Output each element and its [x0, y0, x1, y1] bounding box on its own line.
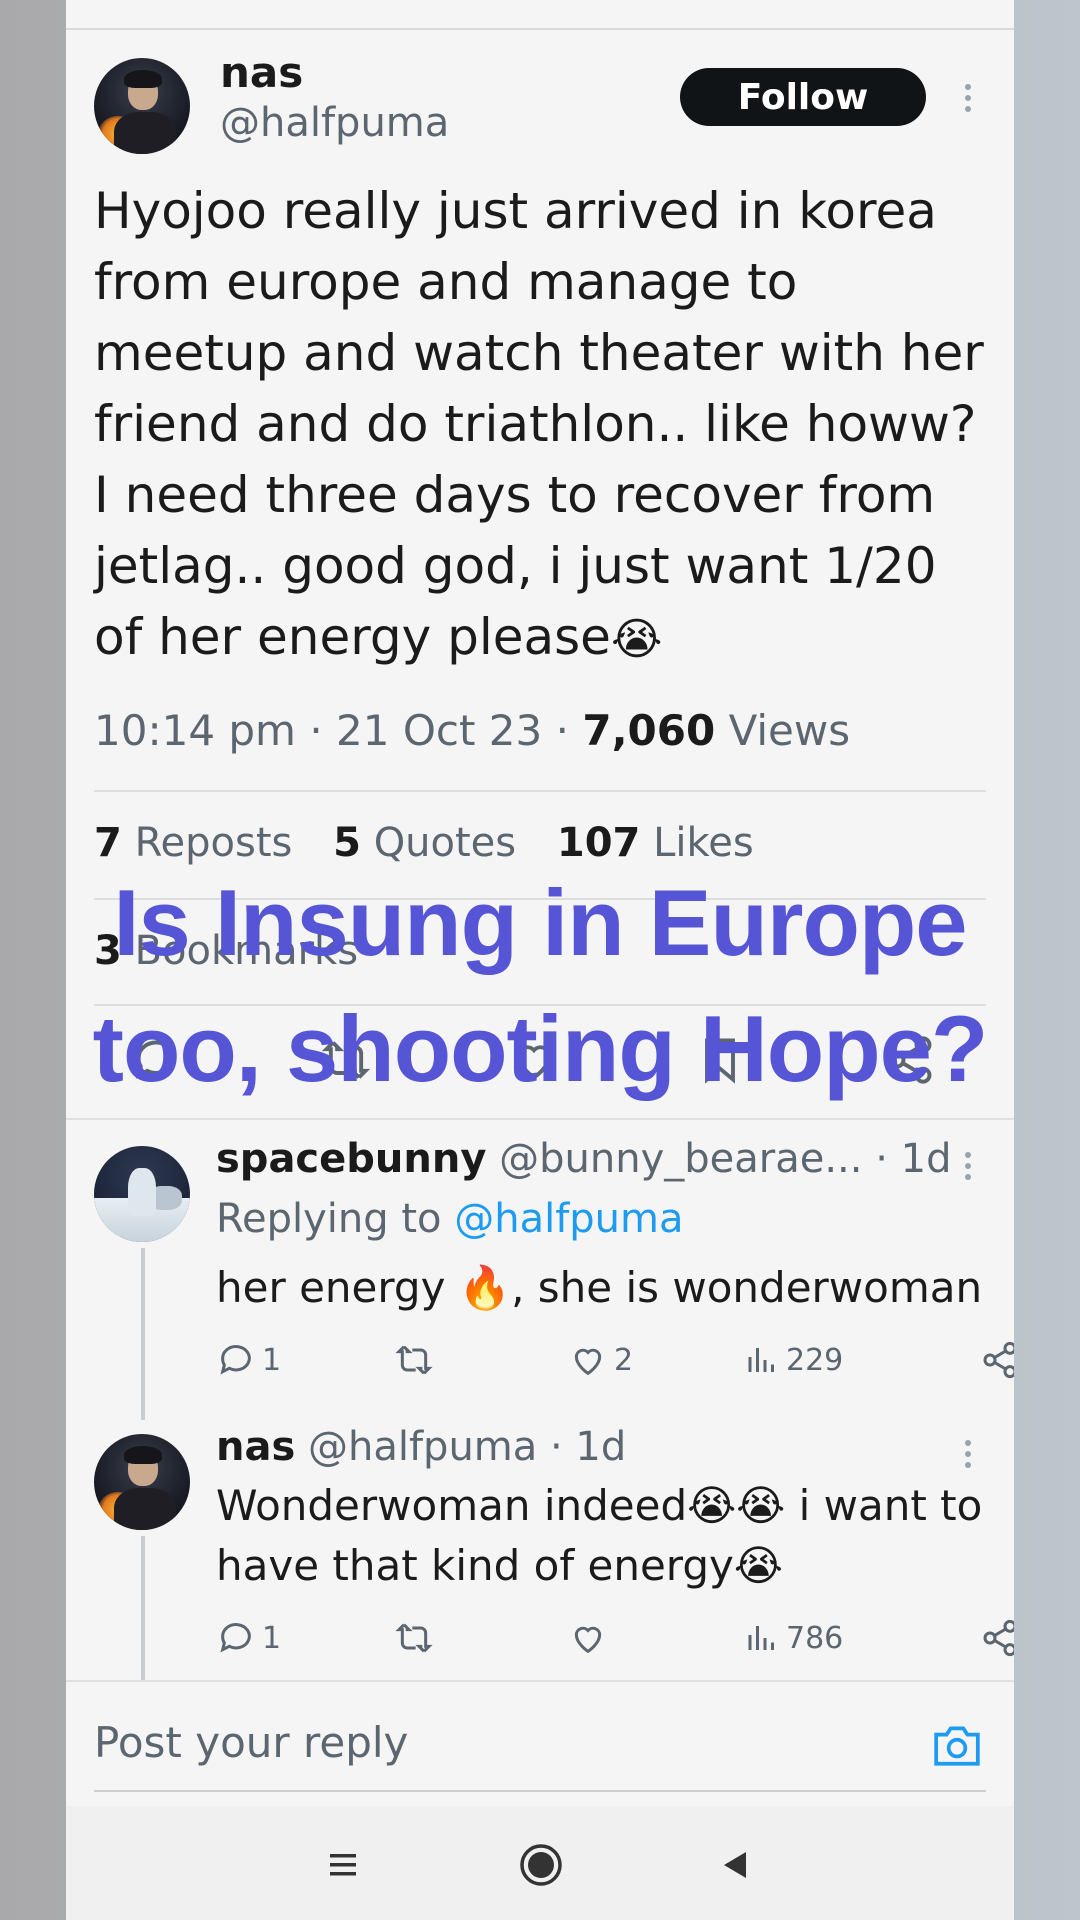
crying-emoji: 😭 — [733, 1541, 783, 1590]
reply-input-underline — [94, 1790, 986, 1792]
reply-count: 1 — [262, 1620, 282, 1656]
author-name[interactable]: nas — [220, 48, 303, 97]
repost-icon — [395, 1623, 433, 1653]
replying-to-label: Replying to — [216, 1196, 442, 1242]
caption-line-2: too, shooting Hope? — [92, 996, 989, 1101]
views-button[interactable]: 786 — [744, 1618, 843, 1658]
reply-actions: 1 2 229 — [216, 1340, 1014, 1384]
tweet-text: Hyojoo really just arrived in korea from… — [94, 176, 994, 675]
thread-connector — [141, 1536, 145, 1680]
reply-text-part: i want to — [785, 1481, 983, 1530]
reply-icon — [220, 1623, 251, 1653]
meta-separator: · — [309, 706, 323, 755]
divider — [94, 790, 986, 792]
meta-separator: · — [555, 706, 569, 755]
avatar-body — [114, 1488, 176, 1530]
replying-to-mention[interactable]: @halfpuma — [454, 1196, 683, 1242]
like-count: 2 — [614, 1342, 634, 1378]
reply-input[interactable]: Post your reply — [94, 1718, 408, 1767]
camera-icon[interactable] — [932, 1722, 982, 1768]
avatar-hair — [124, 70, 162, 88]
reply-text-end: , she is wonderwoman — [511, 1263, 983, 1312]
more-options-icon[interactable] — [964, 1152, 972, 1185]
more-options-icon[interactable] — [964, 84, 972, 117]
reply-text-line-1: Wonderwoman indeed😭😭 i want to — [216, 1476, 982, 1536]
tweet-meta: 10:14 pm · 21 Oct 23 · 7,060 Views — [94, 706, 850, 755]
tweet-body: Hyojoo really just arrived in korea from… — [94, 182, 984, 666]
reply-header: nas @halfpuma · 1d — [216, 1424, 626, 1470]
section-divider — [66, 1680, 1014, 1682]
menu-icon[interactable] — [328, 1842, 358, 1888]
avatar-snow-figure — [128, 1168, 156, 1216]
replying-to: Replying to @halfpuma — [216, 1196, 684, 1242]
repost-icon — [395, 1345, 433, 1375]
views-label: Views — [728, 706, 851, 755]
reply-header: spacebunny @bunny_bearae... · 1d — [216, 1136, 951, 1182]
back-icon[interactable] — [720, 1842, 750, 1888]
reply-text: her energy 🔥, she is wonderwoman — [216, 1258, 982, 1318]
avatar-body — [114, 112, 176, 154]
tweet-time: 10:14 pm — [94, 706, 296, 755]
crying-emoji: 😭 — [610, 614, 663, 665]
like-button[interactable] — [568, 1618, 614, 1658]
crying-emoji: 😭😭 — [687, 1481, 786, 1530]
heart-icon — [574, 1348, 602, 1376]
reply-text-part: have that kind of energy — [216, 1541, 734, 1590]
reply-avatar[interactable] — [94, 1146, 190, 1242]
share-button[interactable] — [980, 1340, 1014, 1380]
top-divider — [66, 28, 1014, 30]
repost-button[interactable] — [392, 1340, 442, 1380]
reply-time: · 1d — [875, 1136, 952, 1182]
heart-icon — [574, 1626, 602, 1654]
reply-icon — [220, 1345, 251, 1375]
views-icon — [748, 1348, 774, 1372]
overlay-caption: Is Insung in Europe too, shooting Hope? — [66, 860, 1014, 1112]
reply-actions: 1 786 — [216, 1618, 1014, 1662]
caption-line-1: Is Insung in Europe — [113, 870, 967, 975]
more-options-icon[interactable] — [964, 1440, 972, 1473]
author-avatar[interactable] — [94, 58, 190, 154]
share-icon — [983, 1341, 1014, 1379]
system-nav-bar — [66, 1806, 1014, 1920]
repost-button[interactable] — [392, 1618, 442, 1658]
views-count: 7,060 — [582, 706, 716, 755]
reply-text-line-2: have that kind of energy😭 — [216, 1536, 982, 1596]
avatar-hair — [124, 1446, 162, 1464]
reply-text: Wonderwoman indeed😭😭 i want to have that… — [216, 1476, 982, 1596]
follow-button[interactable]: Follow — [680, 68, 926, 126]
reply-text-start: her energy — [216, 1263, 446, 1312]
reply-avatar[interactable] — [94, 1434, 190, 1530]
reply-button[interactable]: 1 — [216, 1340, 281, 1380]
tweet-detail-screen: nas @halfpuma Follow Hyojoo really just … — [66, 0, 1014, 1920]
tweet-date: 21 Oct 23 — [336, 706, 543, 755]
fire-emoji: 🔥 — [458, 1263, 512, 1312]
section-divider — [66, 1118, 1014, 1120]
reply-author-name[interactable]: nas — [216, 1424, 295, 1470]
views-button[interactable]: 229 — [744, 1340, 843, 1380]
view-count: 786 — [786, 1620, 844, 1656]
reply-time: · 1d — [550, 1424, 627, 1470]
thread-connector — [141, 1248, 145, 1420]
views-icon — [748, 1626, 774, 1650]
view-count: 229 — [786, 1342, 844, 1378]
reply-count: 1 — [262, 1342, 282, 1378]
author-handle[interactable]: @halfpuma — [220, 100, 449, 146]
reply-text-part: Wonderwoman indeed — [216, 1481, 688, 1530]
reply-author-handle[interactable]: @bunny_bearae... — [499, 1136, 862, 1182]
like-button[interactable]: 2 — [568, 1340, 633, 1380]
reply-author-handle[interactable]: @halfpuma — [308, 1424, 537, 1470]
reply-button[interactable]: 1 — [216, 1618, 281, 1658]
home-icon[interactable] — [518, 1842, 564, 1888]
share-button[interactable] — [980, 1618, 1014, 1658]
reply-author-name[interactable]: spacebunny — [216, 1136, 486, 1182]
share-icon — [983, 1619, 1014, 1657]
